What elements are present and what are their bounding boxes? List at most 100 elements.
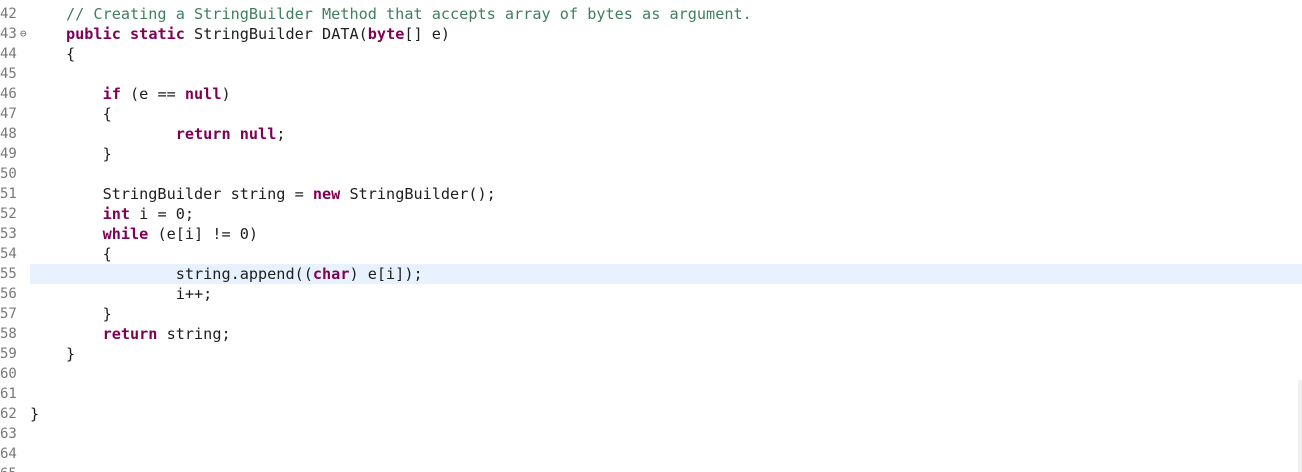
code-token: ) e[i]); [349, 265, 423, 283]
code-line[interactable]: 63 [0, 424, 1302, 444]
code-line[interactable]: 46 if (e == null) [0, 84, 1302, 104]
keyword-token: return [102, 325, 158, 343]
line-number: 64 [0, 446, 17, 462]
line-number: 50 [0, 166, 17, 182]
code-text: { [66, 104, 112, 124]
line-number: 57 [0, 306, 17, 322]
code-token: } [30, 405, 40, 423]
code-token: } [66, 305, 112, 323]
code-text: } [30, 404, 39, 424]
keyword-token: return [175, 125, 231, 143]
code-text: } [66, 344, 75, 364]
keyword-token: null [239, 125, 277, 143]
line-number: 54 [0, 246, 17, 262]
line-number: 49 [0, 146, 17, 162]
code-token: [] e) [404, 25, 451, 43]
code-token: } [66, 345, 76, 363]
code-line-current[interactable]: 55 string.append((char) e[i]); [0, 264, 1302, 284]
line-number: 63 [0, 426, 17, 442]
code-token: (e[i] != 0) [148, 225, 259, 243]
code-token: StringBuilder DATA( [184, 25, 368, 43]
code-token: i++; [66, 285, 213, 303]
line-number: 55 [0, 266, 17, 282]
keyword-token: public [66, 25, 121, 43]
code-token: StringBuilder(); [340, 185, 496, 203]
line-number: 53 [0, 226, 17, 242]
code-line[interactable]: 53 while (e[i] != 0) [0, 224, 1302, 244]
code-editor[interactable]: 42 // Creating a StringBuilder Method tha… [0, 0, 1302, 472]
code-token: StringBuilder string = [66, 185, 313, 203]
code-token: (e == [120, 85, 185, 103]
code-token: { [66, 45, 76, 63]
line-number: 44 [0, 46, 17, 62]
keyword-token: char [312, 265, 350, 283]
code-line[interactable]: 51 StringBuilder string = new StringBuil… [0, 184, 1302, 204]
keyword-token: if [102, 85, 121, 103]
line-number: 61 [0, 386, 17, 402]
code-line[interactable]: 54 { [0, 244, 1302, 264]
code-token: { [66, 105, 112, 123]
keyword-token: while [102, 225, 149, 243]
code-line[interactable]: 43 ⊖ public static StringBuilder DATA(byte… [0, 24, 1302, 44]
code-text: // Creating a StringBuilder Method that … [66, 4, 752, 24]
code-line[interactable]: 48 return null; [0, 124, 1302, 144]
keyword-token: static [130, 25, 185, 43]
line-number: 46 [0, 86, 17, 102]
code-token: ; [276, 125, 286, 143]
code-line[interactable]: 57 } [0, 304, 1302, 324]
code-token: } [66, 145, 112, 163]
code-line[interactable]: 62} [0, 404, 1302, 424]
line-number: 45 [0, 66, 17, 82]
line-number: 60 [0, 366, 17, 382]
code-text: { [66, 44, 75, 64]
code-line[interactable]: 47 { [0, 104, 1302, 124]
line-number: 52 [0, 206, 17, 222]
code-text: if (e == null) [66, 84, 231, 104]
code-line[interactable]: 42 // Creating a StringBuilder Method tha… [0, 4, 1302, 24]
keyword-token: null [184, 85, 222, 103]
code-text: int i = 0; [66, 204, 194, 224]
collapse-fold-icon[interactable]: ⊖ [20, 24, 30, 44]
code-text: string.append((char) e[i]); [66, 264, 423, 284]
line-number: 48 [0, 126, 17, 142]
code-line[interactable]: 61 [0, 384, 1302, 404]
code-line[interactable]: 65 [0, 464, 1302, 472]
code-token: ) [221, 85, 231, 103]
code-text: StringBuilder string = new StringBuilder… [66, 184, 496, 204]
code-line[interactable]: 59} [0, 344, 1302, 364]
code-text: return null; [66, 124, 286, 144]
code-line[interactable]: 52 int i = 0; [0, 204, 1302, 224]
code-line[interactable]: 50 [0, 164, 1302, 184]
line-number: 62 [0, 406, 17, 422]
code-token: { [66, 245, 112, 263]
code-line[interactable]: 45 [0, 64, 1302, 84]
line-number: 65 [0, 464, 28, 472]
code-line[interactable]: 60 [0, 364, 1302, 384]
code-text: while (e[i] != 0) [66, 224, 258, 244]
line-number: 51 [0, 186, 17, 202]
keyword-token: byte [367, 25, 405, 43]
code-token: string.append(( [66, 265, 313, 283]
code-line[interactable]: 64 [0, 444, 1302, 464]
comment-token: // Creating a StringBuilder Method that … [66, 5, 752, 23]
code-token: i = 0; [130, 205, 195, 223]
keyword-token: int [102, 205, 131, 223]
code-line[interactable]: 44 { [0, 44, 1302, 64]
line-number: 59 [0, 346, 17, 362]
line-number: 42 [0, 6, 17, 22]
code-line[interactable]: 58 return string; [0, 324, 1302, 344]
code-line[interactable]: 56 i++; [0, 284, 1302, 304]
code-text: public static StringBuilder DATA(byte[] … [66, 24, 450, 44]
code-text: } [66, 144, 112, 164]
code-token: string; [157, 325, 231, 343]
code-line[interactable]: 49 } [0, 144, 1302, 164]
keyword-token: new [312, 185, 341, 203]
line-number: 58 [0, 326, 17, 342]
